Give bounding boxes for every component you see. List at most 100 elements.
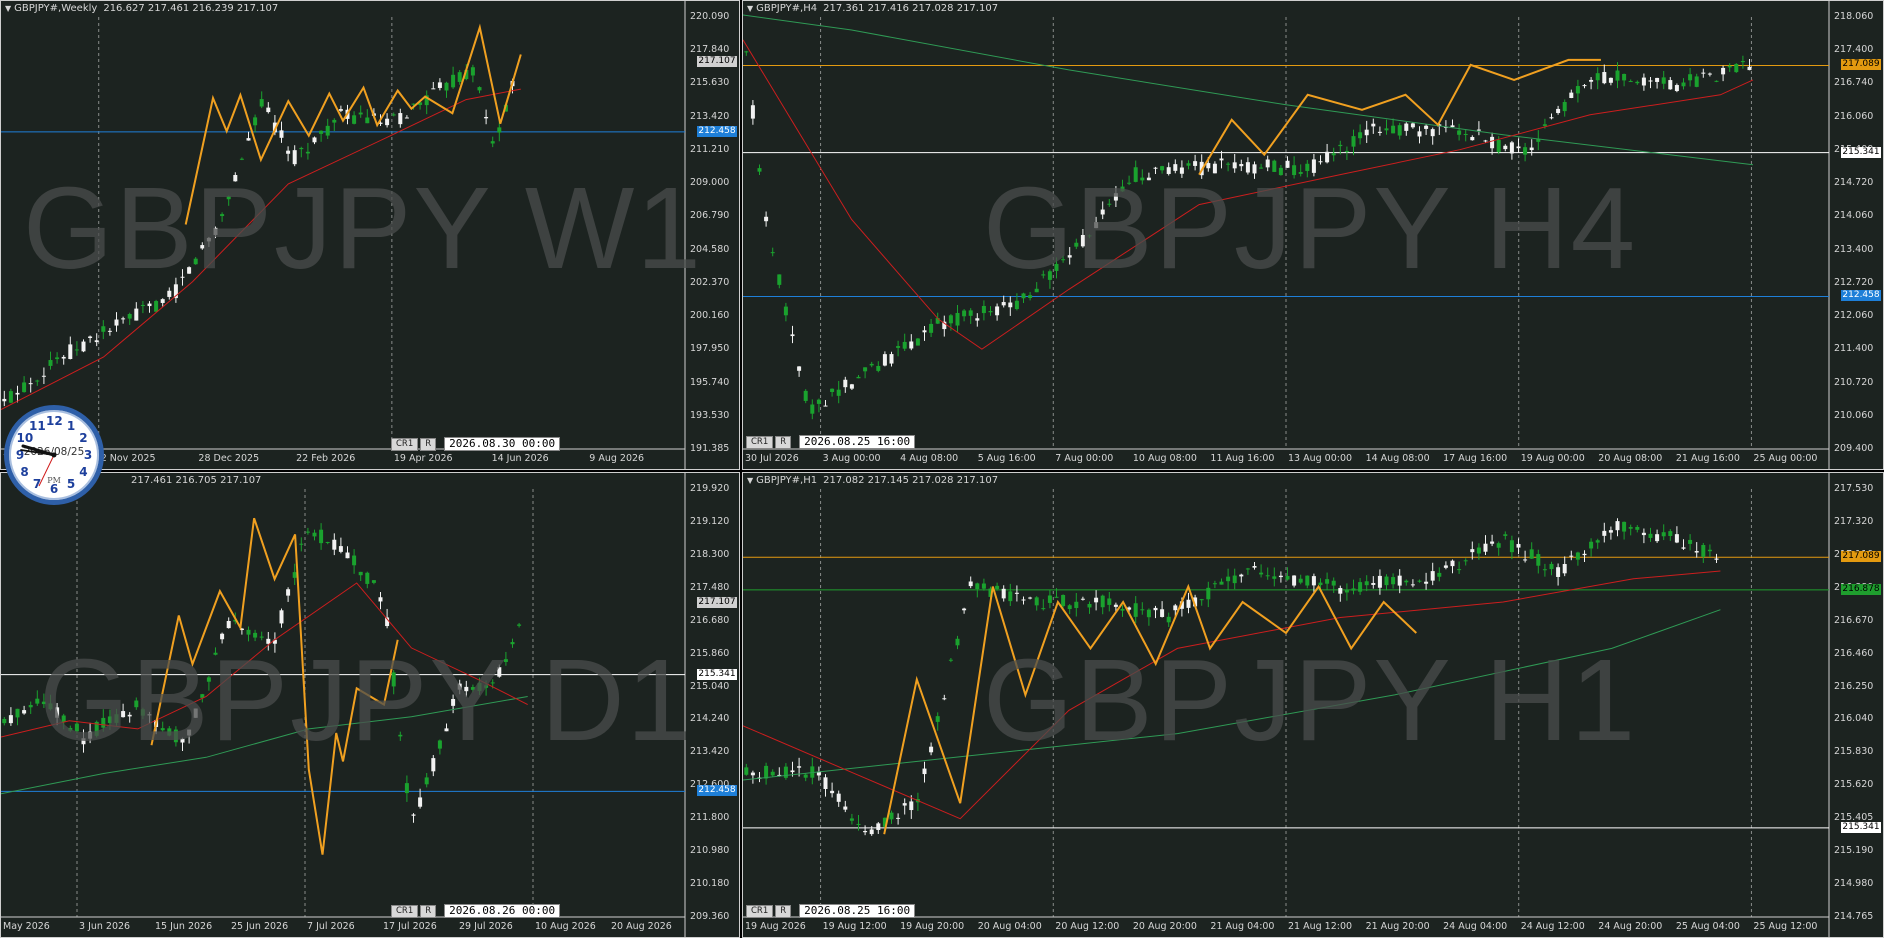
bear-candle	[1615, 521, 1620, 531]
bull-candle	[1575, 86, 1580, 94]
bull-candle	[1391, 577, 1396, 585]
bull-candle	[1536, 554, 1541, 566]
bull-candle	[783, 766, 788, 778]
chart-toolbar-d1: CR1 R 2026.08.26 00:00	[391, 904, 561, 918]
bull-candle	[101, 717, 106, 728]
chart-window-h4[interactable]: GBPJPY H4 ▼ GBPJPY#,H4 217.361 217.416 217…	[742, 0, 1884, 470]
date-field[interactable]: 2026.08.26 00:00	[444, 904, 561, 918]
bear-candle	[431, 758, 436, 772]
analog-clock-widget[interactable]: 2026/08/25 PM 12 1 2 3 4 5 6 7 8 9 10 11	[4, 405, 104, 505]
time-tick-label: 14 Jun 2026	[491, 453, 549, 464]
cr1-button[interactable]: CR1	[391, 904, 419, 918]
bull-candle	[1245, 568, 1250, 570]
r-button[interactable]: R	[420, 904, 437, 918]
collapse-triangle-icon[interactable]: ▼	[747, 476, 753, 485]
bear-candle	[1674, 85, 1679, 92]
bull-candle	[1542, 569, 1547, 571]
bear-candle	[1311, 576, 1316, 586]
chart-window-h1[interactable]: GBPJPY H1 ▼ GBPJPY#,H1 217.082 217.145 217…	[742, 472, 1884, 938]
time-tick-label: 20 Aug 08:00	[1598, 453, 1663, 464]
bear-candle	[1371, 123, 1376, 127]
r-button[interactable]: R	[775, 435, 792, 449]
date-field[interactable]: 2026.08.25 16:00	[799, 904, 916, 918]
bear-candle	[1674, 534, 1679, 543]
bull-candle	[484, 685, 489, 688]
bear-candle	[1094, 597, 1099, 603]
bull-candle	[1358, 132, 1363, 139]
time-tick-label: 20 Aug 12:00	[1055, 921, 1120, 932]
date-field[interactable]: 2026.08.25 16:00	[799, 435, 916, 449]
bear-candle	[464, 686, 469, 692]
chart-window-w1[interactable]: GBPJPY W1 ▼ GBPJPY#,Weekly 216.627 217.461…	[0, 0, 740, 470]
chart-header-h4: ▼ GBPJPY#,H4 217.361 217.416 217.028 217.1…	[747, 3, 998, 14]
collapse-triangle-icon[interactable]: ▼	[747, 4, 753, 13]
bull-candle	[1496, 139, 1501, 153]
bull-candle	[35, 380, 40, 382]
chart-canvas-h4[interactable]	[743, 1, 1884, 470]
bull-candle	[365, 572, 370, 584]
r-button[interactable]: R	[775, 904, 792, 918]
bear-candle	[1001, 588, 1006, 599]
bull-candle	[226, 196, 231, 200]
collapse-triangle-icon[interactable]: ▼	[5, 4, 11, 13]
bear-candle	[962, 608, 967, 611]
bull-candle	[1635, 81, 1640, 84]
bull-candle	[160, 728, 165, 731]
bear-candle	[431, 88, 436, 90]
bear-candle	[1080, 598, 1085, 600]
bull-candle	[1127, 182, 1132, 184]
bear-candle	[1747, 66, 1752, 71]
price-badge-blue: 212.458	[697, 125, 737, 137]
bull-candle	[1707, 549, 1712, 552]
r-button[interactable]: R	[420, 437, 437, 451]
time-tick-label: 19 Aug 00:00	[1520, 453, 1585, 464]
time-tick-label: 29 Jul 2026	[459, 921, 513, 932]
time-tick-label: 20 Aug 04:00	[977, 921, 1042, 932]
symbol-label: GBPJPY#,H4	[756, 3, 818, 14]
bull-candle	[391, 672, 396, 687]
cr1-button[interactable]: CR1	[746, 435, 774, 449]
chart-canvas-h1[interactable]	[743, 473, 1884, 938]
bull-candle	[470, 67, 475, 76]
bear-candle	[213, 227, 218, 235]
bear-candle	[1160, 609, 1165, 617]
bear-candle	[338, 546, 343, 552]
date-field[interactable]: 2026.08.30 00:00	[444, 437, 561, 451]
price-tick-label: 202.370	[690, 276, 730, 288]
chart-toolbar-w1: CR1 R 2026.08.30 00:00	[391, 437, 561, 451]
bear-candle	[457, 683, 462, 690]
bear-candle	[1655, 77, 1660, 82]
bull-candle	[1054, 596, 1059, 598]
chart-canvas-d1[interactable]	[1, 473, 740, 938]
time-tick-label: 25 Aug 00:00	[1753, 453, 1818, 464]
chart-window-d1[interactable]: GBPJPY D1 217.461 216.705 217.107 219.92…	[0, 472, 740, 938]
bear-candle	[922, 768, 927, 775]
bull-candle	[1648, 533, 1653, 538]
bull-candle	[332, 119, 337, 123]
price-badge-green: 216.878	[1841, 583, 1881, 595]
bear-candle	[134, 308, 139, 321]
bull-candle	[810, 404, 815, 414]
bull-candle	[1331, 580, 1336, 586]
cr1-button[interactable]: CR1	[746, 904, 774, 918]
chart-canvas-w1[interactable]	[1, 1, 740, 470]
bear-candle	[836, 793, 841, 802]
bear-candle	[797, 366, 802, 371]
bull-candle	[1509, 540, 1514, 553]
bull-candle	[1595, 73, 1600, 81]
bull-candle	[1575, 552, 1580, 560]
bull-candle	[1391, 125, 1396, 134]
bull-candle	[140, 304, 145, 306]
cr1-button[interactable]: CR1	[391, 437, 419, 451]
time-tick-label: 24 Aug 20:00	[1598, 921, 1663, 932]
bull-candle	[1008, 591, 1013, 602]
bear-candle	[1206, 163, 1211, 169]
price-tick-label: 219.920	[690, 483, 730, 494]
bear-candle	[437, 82, 442, 88]
bear-candle	[378, 597, 383, 602]
bull-candle	[305, 151, 310, 154]
bear-candle	[187, 729, 192, 736]
time-tick-label: 7 Aug 00:00	[1055, 453, 1114, 464]
bull-candle	[816, 399, 821, 404]
bear-candle	[1153, 167, 1158, 169]
